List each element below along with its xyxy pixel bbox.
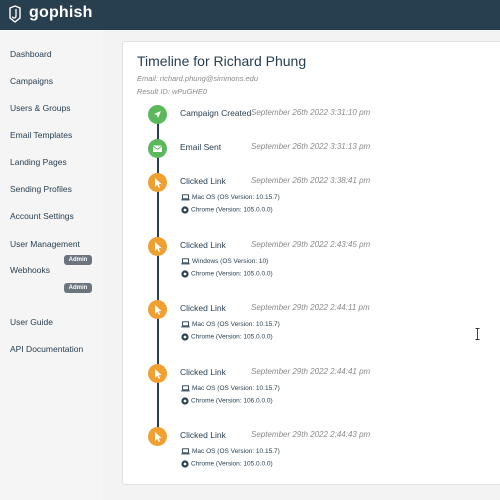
- sidebar-item-api-documentation[interactable]: API Documentation: [10, 344, 83, 354]
- event-label: Campaign Created: [180, 108, 252, 118]
- gophish-logo-icon[interactable]: [8, 5, 22, 23]
- page-title: Timeline for Richard Phung: [137, 53, 307, 69]
- event-time: September 26th 2022 3:31:13 pm: [251, 142, 371, 151]
- rocket-icon: [148, 105, 167, 124]
- event-label: Clicked Link: [180, 240, 226, 250]
- result-id: Result ID: wPuGHE0: [137, 87, 208, 96]
- event-label: Clicked Link: [180, 430, 226, 440]
- chrome-icon: [181, 460, 189, 468]
- envelope-icon: [148, 139, 167, 158]
- pointer-icon: [148, 173, 167, 192]
- laptop-icon: [181, 385, 190, 392]
- chrome-icon: [181, 206, 189, 214]
- event-time: September 26th 2022 3:38:41 pm: [251, 176, 371, 185]
- event-time: September 26th 2022 3:31:10 pm: [251, 108, 371, 117]
- browser-detail: Chrome (Version: 105.0.0.0): [181, 333, 273, 341]
- sidebar-item-landing-pages[interactable]: Landing Pages: [10, 157, 67, 167]
- event-time: September 29th 2022 2:44:43 pm: [251, 430, 371, 439]
- recipient-email: Email: richard.phung@simmons.edu: [137, 74, 258, 83]
- admin-badge: Admin: [64, 283, 92, 293]
- sidebar-item-webhooks[interactable]: Webhooks: [10, 265, 50, 275]
- os-info: Mac OS (OS Version: 10.15.7): [192, 448, 280, 456]
- os-info: Mac OS (OS Version: 10.15.7): [192, 194, 280, 202]
- event-time: September 29th 2022 2:43:45 pm: [251, 240, 371, 249]
- text-cursor-icon: [475, 328, 480, 340]
- laptop-icon: [181, 321, 190, 328]
- main-content: Timeline for Richard Phung Email: richar…: [103, 30, 500, 500]
- os-detail: Mac OS (OS Version: 10.15.7): [181, 321, 280, 328]
- chrome-icon: [181, 397, 189, 405]
- os-detail: Mac OS (OS Version: 10.15.7): [181, 194, 280, 201]
- pointer-icon: [148, 300, 167, 319]
- os-detail: Mac OS (OS Version: 10.15.7): [181, 385, 280, 392]
- os-info: Mac OS (OS Version: 10.15.7): [192, 321, 280, 329]
- top-navbar: gophish: [0, 0, 500, 30]
- chrome-icon: [181, 333, 189, 341]
- chrome-icon: [181, 270, 189, 278]
- sidebar-item-email-templates[interactable]: Email Templates: [10, 130, 72, 140]
- sidebar-item-users-groups[interactable]: Users & Groups: [10, 103, 70, 113]
- browser-detail: Chrome (Version: 106.0.0.0): [181, 397, 273, 405]
- laptop-icon: [181, 194, 190, 201]
- event-label: Email Sent: [180, 142, 222, 152]
- browser-detail: Chrome (Version: 105.0.0.0): [181, 270, 273, 278]
- sidebar: Dashboard Campaigns Users & Groups Email…: [0, 30, 104, 500]
- pointer-icon: [148, 237, 167, 256]
- event-label: Clicked Link: [180, 367, 226, 377]
- browser-info: Chrome (Version: 105.0.0.0): [191, 206, 273, 214]
- event-label: Clicked Link: [180, 176, 226, 186]
- pointer-icon: [148, 364, 167, 383]
- sidebar-item-account-settings[interactable]: Account Settings: [10, 211, 74, 221]
- pointer-icon: [148, 427, 167, 446]
- browser-detail: Chrome (Version: 105.0.0.0): [181, 206, 273, 214]
- event-time: September 29th 2022 2:44:11 pm: [251, 303, 370, 312]
- laptop-icon: [181, 258, 190, 265]
- os-info: Windows (OS Version: 10): [192, 258, 269, 266]
- os-detail: Mac OS (OS Version: 10.15.7): [181, 448, 280, 455]
- event-label: Clicked Link: [180, 303, 226, 313]
- browser-info: Chrome (Version: 106.0.0.0): [191, 397, 273, 405]
- sidebar-item-dashboard[interactable]: Dashboard: [10, 49, 52, 59]
- browser-info: Chrome (Version: 105.0.0.0): [191, 460, 273, 468]
- browser-detail: Chrome (Version: 105.0.0.0): [181, 460, 273, 468]
- event-time: September 29th 2022 2:44:41 pm: [251, 367, 371, 376]
- browser-info: Chrome (Version: 105.0.0.0): [191, 333, 273, 341]
- sidebar-item-user-management[interactable]: User Management: [10, 239, 80, 249]
- timeline-line: [157, 112, 159, 437]
- os-detail: Windows (OS Version: 10): [181, 258, 268, 265]
- sidebar-item-campaigns[interactable]: Campaigns: [10, 76, 53, 86]
- browser-info: Chrome (Version: 105.0.0.0): [191, 270, 273, 278]
- app-logo-text[interactable]: gophish: [29, 4, 93, 22]
- timeline-panel: Timeline for Richard Phung Email: richar…: [122, 41, 500, 485]
- laptop-icon: [181, 448, 190, 455]
- sidebar-item-user-guide[interactable]: User Guide: [10, 317, 53, 327]
- admin-badge: Admin: [64, 255, 92, 265]
- os-info: Mac OS (OS Version: 10.15.7): [192, 385, 280, 393]
- sidebar-item-sending-profiles[interactable]: Sending Profiles: [10, 184, 72, 194]
